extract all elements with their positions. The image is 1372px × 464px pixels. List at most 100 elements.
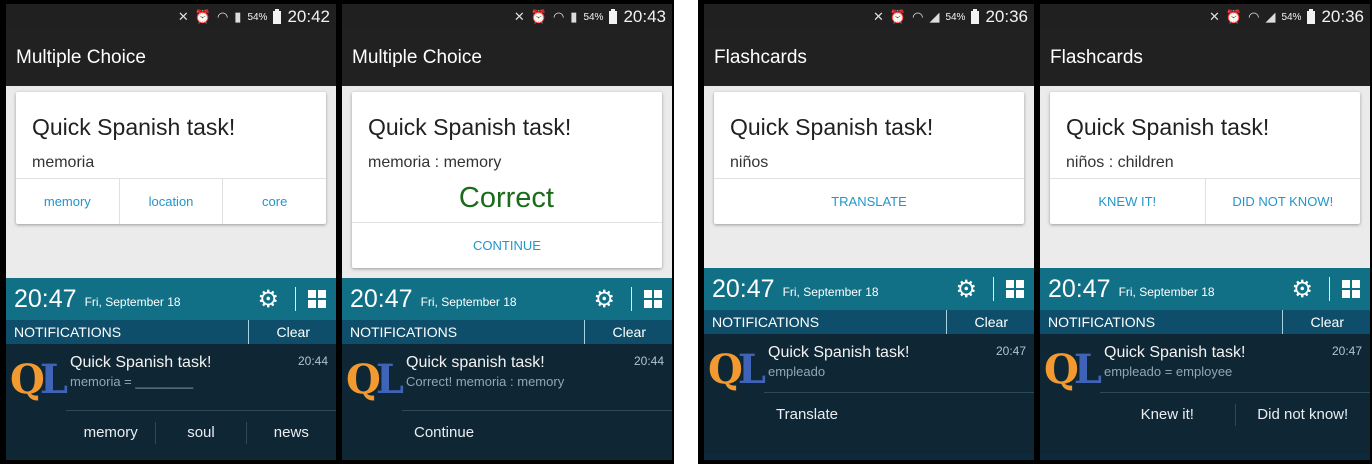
card-actions: KNEW IT! DID NOT KNOW! <box>1050 178 1360 224</box>
notification-item[interactable]: QL Quick Spanish task! empleado = employ… <box>1040 334 1370 454</box>
clear-button[interactable]: Clear <box>583 320 672 344</box>
wifi-icon: ◠ <box>1248 9 1260 24</box>
clear-label: Clear <box>974 314 1008 330</box>
status-bar: ✕ ⏰ ◠ ◢ 54% 20:36 <box>1040 4 1370 30</box>
ql-logo-icon: QL <box>346 356 404 403</box>
shade-time: 20:47 <box>14 284 77 313</box>
notification-time: 20:47 <box>1331 344 1362 358</box>
quick-settings-grid-icon[interactable] <box>1006 280 1024 298</box>
app-content: Quick Spanish task! niños TRANSLATE <box>704 86 1034 268</box>
ql-logo-icon: QL <box>10 356 68 403</box>
knew-it-button[interactable]: KNEW IT! <box>1050 179 1205 224</box>
notif-action-memory[interactable]: memory <box>66 422 155 444</box>
battery-percent: 54% <box>945 11 966 23</box>
wifi-icon: ◠ <box>216 9 229 24</box>
notif-action-did-not-know[interactable]: Did not know! <box>1234 403 1371 426</box>
signal-icon: ▮ <box>570 9 578 24</box>
mute-icon: ✕ <box>177 9 189 24</box>
phone-screen-2: ✕ ⏰ ◠ ▮ 54% 20:43 Multiple Choice Quick … <box>342 4 672 460</box>
notification-shade: 20:47 Fri, September 18 ⚙ NOTIFICATIONS … <box>342 278 672 460</box>
clear-button[interactable]: Clear <box>945 310 1034 334</box>
notif-action-knew-it[interactable]: Knew it! <box>1100 404 1235 426</box>
alarm-icon: ⏰ <box>1225 9 1243 24</box>
shade-header: 20:47 Fri, September 18 ⚙ <box>1040 268 1370 310</box>
notification-text: memoria = ________ <box>70 374 194 389</box>
notifications-bar: NOTIFICATIONS Clear <box>6 320 336 344</box>
notification-actions: Translate <box>764 392 1034 436</box>
flashcards-group: ✕ ⏰ ◠ ◢ 54% 20:36 Flashcards Quick Spani… <box>698 0 1372 464</box>
gear-icon[interactable]: ⚙ <box>257 285 279 314</box>
notification-title: Quick Spanish task! <box>70 354 212 371</box>
card-heading: Quick Spanish task! <box>32 114 236 140</box>
notification-item[interactable]: QL Quick spanish task! Correct! memoria … <box>342 344 672 460</box>
notification-actions: memory soul news <box>66 410 336 454</box>
status-clock: 20:36 <box>985 7 1028 26</box>
notification-actions: Continue <box>402 410 672 454</box>
notifications-label: NOTIFICATIONS <box>14 324 122 340</box>
shade-header: 20:47 Fri, September 18 ⚙ <box>6 278 336 320</box>
shade-time: 20:47 <box>712 274 775 303</box>
shade-date: Fri, September 18 <box>782 285 879 299</box>
shade-time: 20:47 <box>1048 274 1111 303</box>
battery-icon <box>971 8 980 24</box>
notification-title: Quick Spanish task! <box>768 344 910 361</box>
status-bar: ✕ ⏰ ◠ ▮ 54% 20:42 <box>6 4 336 30</box>
gear-icon[interactable]: ⚙ <box>1291 275 1313 304</box>
card-word: niños : children <box>1066 154 1174 171</box>
card-heading: Quick Spanish task! <box>1066 114 1270 140</box>
card-word: memoria <box>32 154 95 171</box>
quick-settings-grid-icon[interactable] <box>644 290 662 308</box>
shade-date: Fri, September 18 <box>1118 285 1215 299</box>
quick-settings-grid-icon[interactable] <box>1342 280 1360 298</box>
answer-button-core[interactable]: core <box>222 179 326 224</box>
notif-action-news[interactable]: news <box>245 421 336 444</box>
did-not-know-button[interactable]: DID NOT KNOW! <box>1204 179 1361 224</box>
continue-button[interactable]: CONTINUE <box>352 223 662 268</box>
gear-icon[interactable]: ⚙ <box>593 285 615 314</box>
notification-item[interactable]: QL Quick Spanish task! empleado 20:47 Tr… <box>704 334 1034 454</box>
notification-text: empleado = employee <box>1104 364 1233 379</box>
alarm-icon: ⏰ <box>530 9 547 24</box>
notification-shade: 20:47 Fri, September 18 ⚙ NOTIFICATIONS … <box>1040 268 1370 460</box>
notification-item[interactable]: QL Quick Spanish task! memoria = _______… <box>6 344 336 460</box>
wifi-icon: ◠ <box>552 9 565 24</box>
status-clock: 20:36 <box>1321 7 1364 26</box>
card-actions: memory location core <box>16 178 326 224</box>
flashcard: Quick Spanish task! niños TRANSLATE <box>714 92 1024 224</box>
divider <box>631 287 632 311</box>
quick-settings-grid-icon[interactable] <box>308 290 326 308</box>
notifications-bar: NOTIFICATIONS Clear <box>704 310 1034 334</box>
ql-logo-icon: QL <box>708 346 766 393</box>
clear-label: Clear <box>612 324 646 340</box>
app-content: Quick Spanish task! niños : children KNE… <box>1040 86 1370 268</box>
translate-button[interactable]: TRANSLATE <box>714 179 1024 224</box>
phone-screen-1: ✕ ⏰ ◠ ▮ 54% 20:42 Multiple Choice Quick … <box>6 4 336 460</box>
card-heading: Quick Spanish task! <box>730 114 934 140</box>
signal-icon: ◢ <box>1265 9 1276 24</box>
notif-action-translate[interactable]: Translate <box>764 404 1034 426</box>
shade-header: 20:47 Fri, September 18 ⚙ <box>704 268 1034 310</box>
clear-button[interactable]: Clear <box>247 320 336 344</box>
notification-time: 20:44 <box>297 354 328 368</box>
mute-icon: ✕ <box>1209 9 1220 24</box>
screenshot-composite: ✕ ⏰ ◠ ▮ 54% 20:42 Multiple Choice Quick … <box>0 0 1372 464</box>
notif-action-soul[interactable]: soul <box>155 421 245 444</box>
app-bar-title: Multiple Choice <box>6 30 336 86</box>
notification-title: Quick spanish task! <box>406 354 545 371</box>
battery-percent: 54% <box>247 11 268 23</box>
notifications-bar: NOTIFICATIONS Clear <box>1040 310 1370 334</box>
gear-icon[interactable]: ⚙ <box>955 275 977 304</box>
notif-action-continue[interactable]: Continue <box>402 422 672 444</box>
signal-icon: ▮ <box>234 9 242 24</box>
app-bar-title: Flashcards <box>704 30 1034 86</box>
clear-button[interactable]: Clear <box>1281 310 1370 334</box>
task-card: Quick Spanish task! memoria : memory Cor… <box>352 92 662 268</box>
flashcard: Quick Spanish task! niños : children KNE… <box>1050 92 1360 224</box>
task-card: Quick Spanish task! memoria memory locat… <box>16 92 326 224</box>
answer-button-memory[interactable]: memory <box>16 179 119 224</box>
battery-icon <box>1307 8 1316 24</box>
answer-button-location[interactable]: location <box>118 179 223 224</box>
divider <box>295 287 296 311</box>
notification-title: Quick Spanish task! <box>1104 344 1246 361</box>
notification-actions: Knew it! Did not know! <box>1100 392 1370 436</box>
